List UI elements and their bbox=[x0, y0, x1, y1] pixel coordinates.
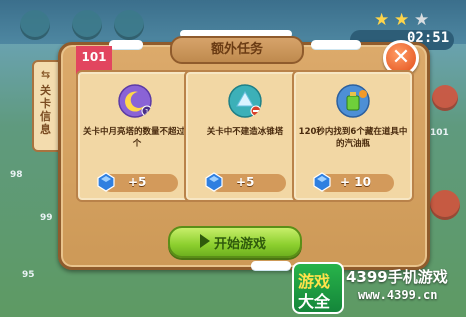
level-info-label: 关卡信息 bbox=[40, 84, 51, 136]
swap-icon: ⇆ bbox=[41, 68, 51, 81]
dialog-title: 额外任务 bbox=[210, 42, 263, 57]
youxi-daquan-logo: 游戏 大全 bbox=[292, 262, 344, 314]
star-icon: ★ bbox=[374, 10, 390, 30]
trophy-button[interactable] bbox=[114, 10, 144, 40]
map-level-number: 98 bbox=[10, 170, 23, 180]
map-level-node[interactable] bbox=[430, 190, 460, 220]
level-number: 101 bbox=[81, 50, 107, 64]
snow-decoration bbox=[251, 261, 291, 270]
task-card: 关卡中不建造冰锥塔 +5 bbox=[184, 70, 306, 202]
reward-amount: +5 bbox=[128, 175, 147, 189]
task-description: 关卡中不建造冰锥塔 bbox=[206, 127, 284, 137]
blue-gem-icon bbox=[205, 172, 223, 192]
arrow-right-icon bbox=[200, 234, 210, 248]
home-button[interactable] bbox=[20, 10, 50, 40]
gas-bottle-icon bbox=[336, 84, 370, 118]
watermark-url: www.4399.cn bbox=[358, 288, 438, 302]
snow-decoration bbox=[109, 40, 143, 49]
reward-amount: +5 bbox=[236, 175, 255, 189]
map-level-number: 95 bbox=[22, 270, 35, 280]
watermark-brand: 4399手机游戏 bbox=[346, 268, 448, 286]
moon-tower-icon: 1 bbox=[118, 84, 152, 118]
task-card: 120秒内找到6个藏在道具中的汽油瓶 + 10 bbox=[292, 70, 414, 202]
svg-text:1: 1 bbox=[145, 108, 149, 116]
reward-amount: + 10 bbox=[340, 175, 371, 189]
map-level-node[interactable] bbox=[432, 85, 458, 111]
map-level-number: 99 bbox=[40, 213, 53, 223]
map-level-number: 101 bbox=[430, 128, 449, 138]
start-game-label: 开始游戏 bbox=[214, 237, 267, 252]
blue-gem-icon bbox=[313, 172, 331, 192]
blue-gem-icon bbox=[97, 172, 115, 192]
start-game-button[interactable]: 开始游戏 bbox=[168, 226, 302, 258]
ice-tower-icon bbox=[228, 84, 262, 118]
title-plaque: 额外任务 bbox=[170, 36, 304, 64]
task-card: 1 关卡中月亮塔的数量不超过1个 +5 bbox=[76, 70, 198, 202]
star-icon: ★ bbox=[414, 10, 430, 30]
task-description: 120秒内找到6个藏在道具中的汽油瓶 bbox=[298, 127, 408, 149]
star-icon: ★ bbox=[394, 10, 410, 30]
snow-decoration bbox=[311, 40, 361, 49]
logo-text-bottom: 大全 bbox=[298, 292, 331, 311]
task-description: 关卡中月亮塔的数量不超过1个 bbox=[83, 127, 191, 149]
shop-button[interactable] bbox=[72, 10, 102, 40]
